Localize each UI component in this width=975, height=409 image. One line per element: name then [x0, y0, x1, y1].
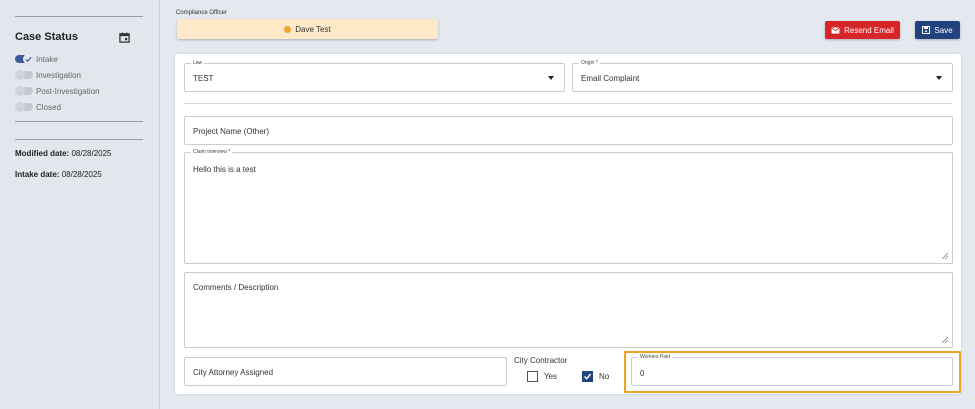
status-label: Post-Investigation [36, 86, 100, 96]
intake-date-label: Intake date: [15, 170, 60, 179]
city-attorney-input[interactable]: City Attorney Assigned [184, 357, 507, 386]
origin-label: Origin * [579, 60, 600, 66]
no-checkbox[interactable] [582, 371, 593, 382]
claim-overview-label: Claim overview * [191, 149, 233, 155]
divider [15, 121, 143, 122]
workers-paid-label: Workers Paid [638, 354, 672, 360]
intake-date-value: 08/28/2025 [61, 170, 102, 179]
origin-select[interactable]: Origin * Email Complaint [572, 60, 953, 92]
status-investigation[interactable]: Investigation [15, 69, 81, 81]
chevron-down-icon [936, 76, 942, 80]
compliance-officer-chip[interactable]: Dave Test [177, 19, 438, 39]
status-label: Closed [36, 102, 61, 112]
yes-label: Yes [544, 372, 558, 381]
check-icon [24, 56, 32, 62]
origin-value: Email Complaint [581, 74, 640, 83]
intake-date: Intake date: 08/28/2025 [15, 170, 102, 179]
status-label: Intake [36, 54, 58, 64]
resize-handle-icon[interactable] [942, 253, 948, 259]
status-label: Investigation [36, 70, 81, 80]
toggle-switch[interactable] [15, 54, 33, 64]
toggle-switch[interactable] [15, 102, 33, 112]
status-closed[interactable]: Closed [15, 101, 61, 113]
law-select[interactable]: Law TEST [184, 60, 565, 92]
save-icon [922, 26, 931, 34]
modified-date-label: Modified date: [15, 149, 70, 158]
compliance-officer-label: Compliance Officer [176, 10, 227, 16]
yes-checkbox[interactable] [527, 371, 538, 382]
project-name-placeholder: Project Name (Other) [193, 127, 270, 136]
resend-email-label: Resend Email [844, 25, 894, 35]
email-icon [831, 26, 840, 34]
city-contractor-label: City Contractor [514, 356, 568, 365]
resend-email-button[interactable]: Resend Email [825, 21, 900, 39]
chevron-down-icon [548, 76, 554, 80]
divider [15, 16, 143, 17]
comments-placeholder: Comments / Description [193, 283, 279, 292]
law-label: Law [191, 60, 205, 66]
project-name-input[interactable]: Project Name (Other) [184, 116, 953, 145]
toggle-switch[interactable] [15, 86, 33, 96]
comments-textarea[interactable]: Comments / Description [184, 272, 953, 348]
save-button[interactable]: Save [915, 21, 960, 39]
status-post-investigation[interactable]: Post-Investigation [15, 85, 100, 97]
status-intake[interactable]: Intake [15, 53, 58, 65]
modified-date: Modified date: 08/28/2025 [15, 149, 112, 158]
sidebar: Case Status Intake Investigation Post-In… [0, 0, 160, 409]
case-status-title: Case Status [15, 31, 78, 43]
calendar-icon[interactable] [119, 32, 130, 43]
divider [184, 103, 952, 104]
officer-name: Dave Test [295, 24, 331, 34]
claim-overview-value: Hello this is a test [193, 165, 256, 174]
check-icon [584, 373, 592, 380]
save-label: Save [934, 25, 953, 35]
divider [15, 139, 143, 140]
shield-icon [284, 25, 292, 33]
law-value: TEST [193, 74, 214, 83]
resize-handle-icon[interactable] [942, 337, 948, 343]
workers-paid-value: 0 [640, 369, 645, 378]
toggle-switch[interactable] [15, 70, 33, 80]
no-label: No [599, 372, 610, 381]
workers-paid-input[interactable]: Workers Paid 0 [631, 354, 953, 386]
city-attorney-placeholder: City Attorney Assigned [193, 368, 274, 377]
claim-overview-textarea[interactable]: Claim overview * Hello this is a test [184, 149, 953, 264]
modified-date-value: 08/28/2025 [71, 149, 112, 158]
